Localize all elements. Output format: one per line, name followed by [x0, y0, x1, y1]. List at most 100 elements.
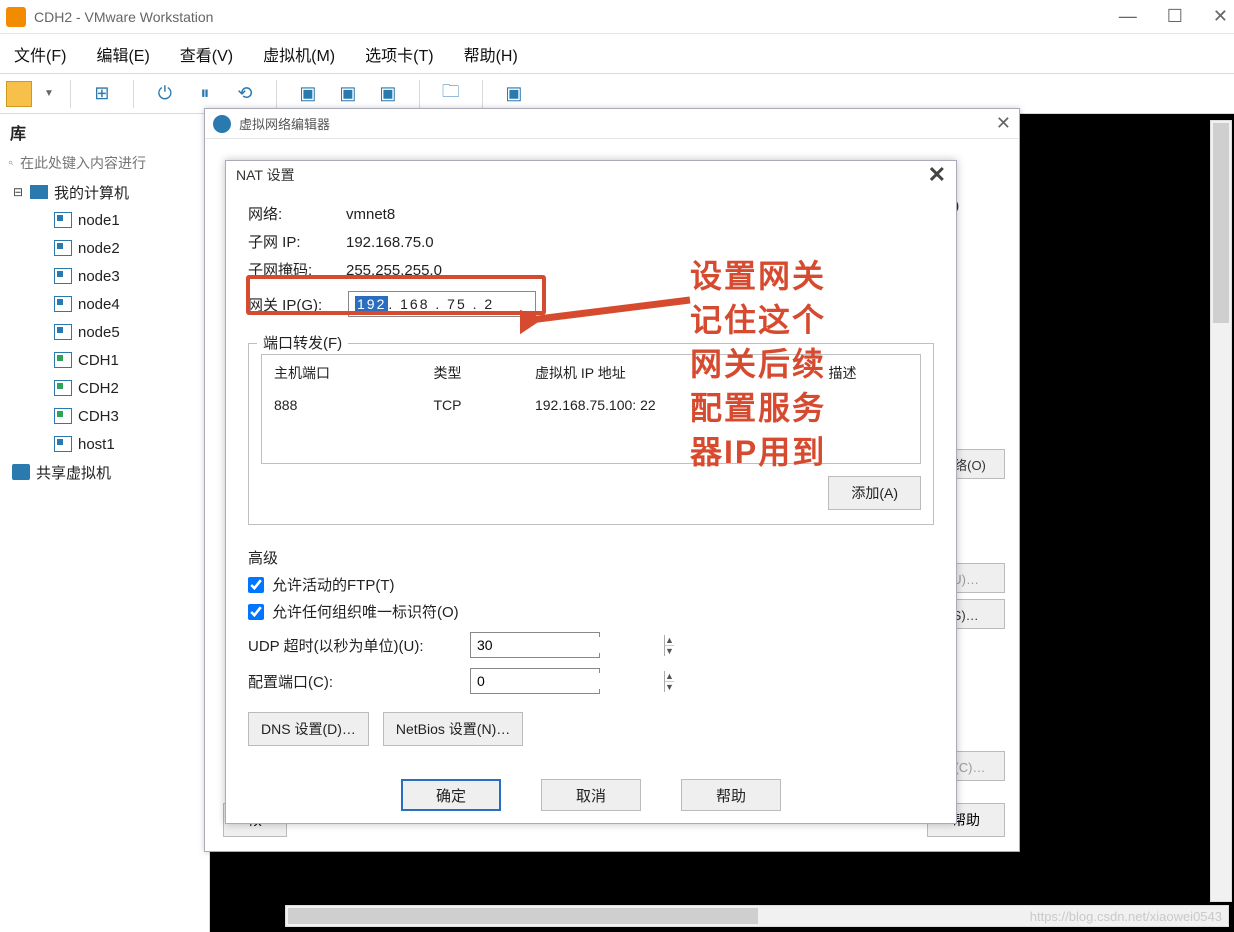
advanced-label: 高级 [248, 547, 934, 568]
spin-up-icon[interactable]: ▲ [665, 671, 674, 682]
tree-item-label: CDH1 [78, 352, 119, 369]
port-forward-table: 主机端口 类型 虚拟机 IP 地址 描述 888 TCP 192.168.75.… [261, 354, 921, 464]
udp-timeout-spinner[interactable]: ▲▼ [470, 632, 600, 658]
menu-vm[interactable]: 虚拟机(M) [263, 42, 335, 66]
nat-help-button[interactable]: 帮助 [681, 779, 781, 811]
allow-oui-label: 允许任何组织唯一标识符(O) [272, 601, 459, 622]
dialog1-titlebar: 虚拟网络编辑器 ✕ [205, 109, 1019, 139]
nat-close-button[interactable]: ✕ [928, 162, 946, 188]
shared-vm-icon [12, 464, 30, 480]
tree-item-label: host1 [78, 436, 115, 453]
menu-help[interactable]: 帮助(H) [464, 42, 518, 66]
port-forward-add-button[interactable]: 添加(A) [828, 476, 921, 510]
subnet-mask-value: 255.255.255.0 [346, 257, 442, 285]
vm-icon [54, 324, 72, 340]
toolbar-connect-icon[interactable]: ⊞ [87, 79, 117, 109]
dialog1-title: 虚拟网络编辑器 [239, 114, 330, 133]
subnet-ip-value: 192.168.75.0 [346, 229, 434, 257]
subnet-mask-label: 子网掩码: [248, 257, 328, 285]
gateway-label: 网关 IP(G): [248, 294, 340, 315]
vm-icon [54, 436, 72, 452]
menu-file[interactable]: 文件(F) [14, 42, 66, 66]
minimize-button[interactable]: — [1119, 6, 1137, 27]
dns-settings-button[interactable]: DNS 设置(D)… [248, 712, 369, 746]
tree-item-node4[interactable]: node4 [8, 290, 205, 318]
scrollbar-thumb[interactable] [1213, 123, 1229, 323]
tree-item-host1[interactable]: host1 [8, 430, 205, 458]
menu-tabs[interactable]: 选项卡(T) [365, 42, 433, 66]
udp-timeout-input[interactable] [471, 637, 664, 653]
tree-root[interactable]: ⊟ 我的计算机 [8, 178, 205, 206]
toolbar-folder-icon[interactable]: 🗀 [436, 79, 466, 109]
toolbar-screen2-icon[interactable]: ▣ [333, 79, 363, 109]
spin-down-icon[interactable]: ▼ [665, 646, 674, 656]
menu-bar: 文件(F) 编辑(E) 查看(V) 虚拟机(M) 选项卡(T) 帮助(H) [0, 34, 1234, 74]
window-title: CDH2 - VMware Workstation [34, 9, 213, 25]
cell-hostport: 888 [264, 391, 422, 419]
config-port-input[interactable] [471, 673, 664, 689]
col-type[interactable]: 类型 [424, 357, 523, 389]
search-input[interactable] [20, 155, 201, 171]
window-titlebar: CDH2 - VMware Workstation — ☐ ✕ [0, 0, 1234, 34]
search-icon [8, 154, 14, 172]
netbios-settings-button[interactable]: NetBios 设置(N)… [383, 712, 523, 746]
tree-item-label: node3 [78, 268, 120, 285]
tree-item-node3[interactable]: node3 [8, 262, 205, 290]
vm-icon [54, 240, 72, 256]
tree-item-cdh3[interactable]: CDH3 [8, 402, 205, 430]
tree-item-label: node2 [78, 240, 120, 257]
scrollbar-thumb[interactable] [288, 908, 758, 924]
tree-item-node1[interactable]: node1 [8, 206, 205, 234]
toolbar-power-icon[interactable]: ⏻ [150, 79, 180, 109]
toolbar-separator [70, 80, 71, 108]
config-port-spinner[interactable]: ▲▼ [470, 668, 600, 694]
toolbar-library-icon[interactable] [6, 81, 32, 107]
col-desc[interactable]: 描述 [819, 357, 919, 389]
toolbar-snapshot-icon[interactable]: ▣ [499, 79, 529, 109]
nat-dialog-title: NAT 设置 [236, 165, 295, 185]
tree-item-cdh2[interactable]: CDH2 [8, 374, 205, 402]
toolbar-dropdown-icon[interactable]: ▼ [42, 88, 54, 99]
toolbar-separator [419, 80, 420, 108]
tree-item-node2[interactable]: node2 [8, 234, 205, 262]
vertical-scrollbar[interactable] [1210, 120, 1232, 902]
watermark: https://blog.csdn.net/xiaowei0543 [1030, 909, 1222, 924]
toolbar-reset-icon[interactable]: ⟲ [230, 79, 260, 109]
col-vm-addr[interactable]: 虚拟机 IP 地址 [525, 357, 817, 389]
vm-tree: ⊟ 我的计算机 node1 node2 node3 node4 node5 CD… [0, 178, 209, 486]
spin-up-icon[interactable]: ▲ [665, 635, 674, 646]
sidebar: 库 ⊟ 我的计算机 node1 node2 node3 node4 node5 … [0, 114, 210, 932]
vm-running-icon [54, 352, 72, 368]
dialog1-close-button[interactable]: ✕ [996, 113, 1011, 134]
tree-item-cdh1[interactable]: CDH1 [8, 346, 205, 374]
tree-item-label: CDH2 [78, 380, 119, 397]
vm-icon [54, 212, 72, 228]
menu-view[interactable]: 查看(V) [180, 42, 233, 66]
network-value: vmnet8 [346, 201, 395, 229]
nat-cancel-button[interactable]: 取消 [541, 779, 641, 811]
spin-down-icon[interactable]: ▼ [665, 682, 674, 692]
nat-settings-dialog: NAT 设置 ✕ 网络:vmnet8 子网 IP:192.168.75.0 子网… [225, 160, 957, 824]
app-logo-icon [6, 7, 26, 27]
maximize-button[interactable]: ☐ [1167, 6, 1183, 27]
allow-oui-checkbox[interactable]: 允许任何组织唯一标识符(O) [248, 601, 934, 622]
toolbar-screen3-icon[interactable]: ▣ [373, 79, 403, 109]
port-forward-title: 端口转发(F) [257, 332, 348, 353]
udp-timeout-label: UDP 超时(以秒为单位)(U): [248, 635, 458, 656]
collapse-icon[interactable]: ⊟ [12, 185, 24, 199]
cell-type: TCP [424, 391, 523, 419]
gateway-ip-input[interactable]: 192. 168 . 75 . 2 [348, 291, 536, 317]
toolbar-suspend-icon[interactable]: ⏸ [190, 79, 220, 109]
toolbar-screen1-icon[interactable]: ▣ [293, 79, 323, 109]
allow-ftp-checkbox[interactable]: 允许活动的FTP(T) [248, 574, 934, 595]
close-button[interactable]: ✕ [1213, 6, 1228, 27]
vm-running-icon [54, 380, 72, 396]
tree-shared[interactable]: 共享虚拟机 [8, 458, 205, 486]
col-host-port[interactable]: 主机端口 [264, 357, 422, 389]
cell-desc [819, 391, 919, 419]
nat-ok-button[interactable]: 确定 [401, 779, 501, 811]
table-row[interactable]: 888 TCP 192.168.75.100: 22 [264, 391, 918, 419]
globe-icon [213, 115, 231, 133]
menu-edit[interactable]: 编辑(E) [96, 42, 149, 66]
tree-item-node5[interactable]: node5 [8, 318, 205, 346]
